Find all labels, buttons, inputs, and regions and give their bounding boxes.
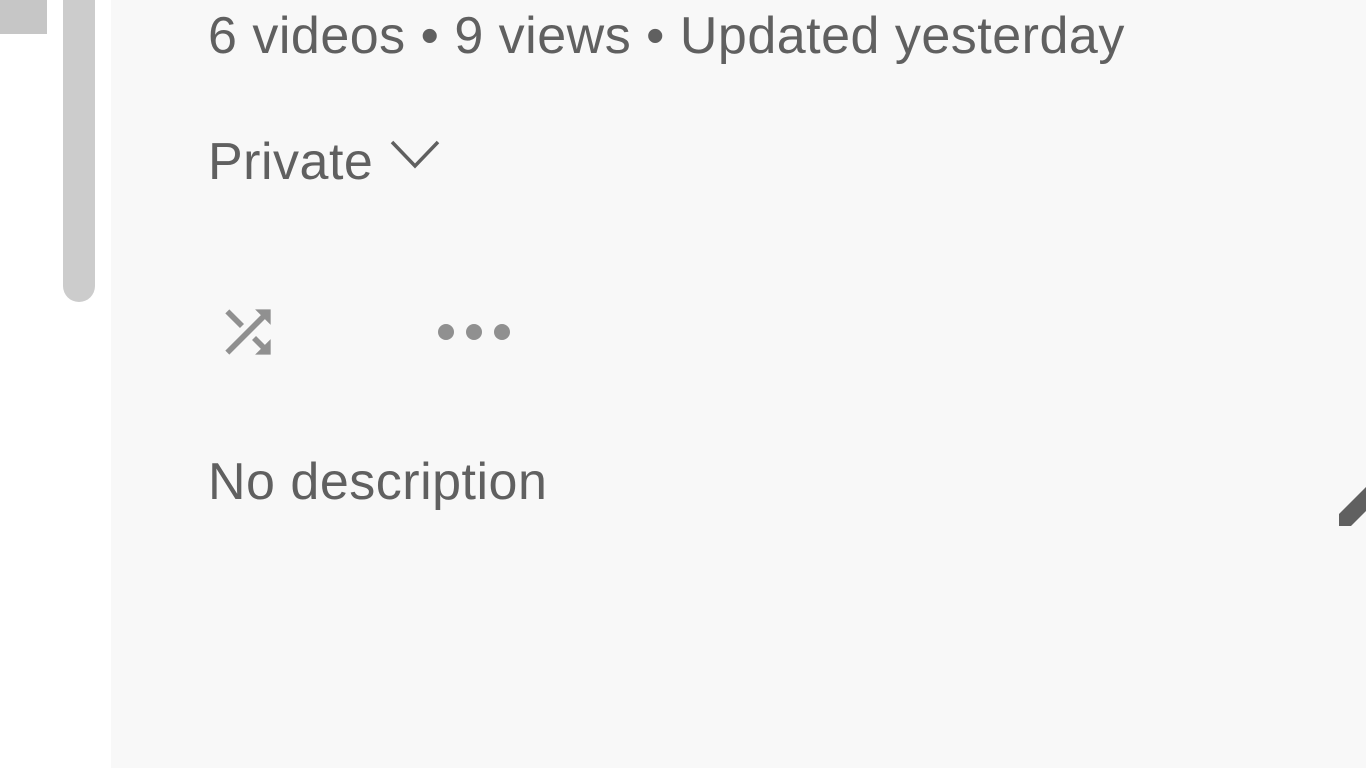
left-gutter <box>0 0 111 768</box>
shuffle-icon <box>225 309 271 355</box>
more-actions-button[interactable] <box>432 288 520 376</box>
more-horizontal-icon <box>438 324 510 340</box>
view-count: 9 views <box>454 7 632 65</box>
playlist-description: No description <box>208 453 548 511</box>
playlist-info-panel: 6 videos • 9 views • Updated yesterday P… <box>111 0 1366 768</box>
thumbnail-edge <box>0 0 47 34</box>
stats-separator: • <box>420 7 440 65</box>
playlist-actions <box>208 288 520 376</box>
updated-time: Updated yesterday <box>679 7 1125 65</box>
video-count: 6 videos <box>208 7 406 65</box>
edit-description-button[interactable] <box>1339 484 1366 526</box>
shuffle-button[interactable] <box>204 288 292 376</box>
privacy-dropdown[interactable]: Private <box>208 132 441 192</box>
playlist-stats: 6 videos • 9 views • Updated yesterday <box>208 6 1125 66</box>
chevron-down-icon <box>391 140 440 169</box>
privacy-label: Private <box>208 133 374 191</box>
stats-separator: • <box>646 7 665 65</box>
scrollbar-thumb[interactable] <box>63 0 95 302</box>
pencil-icon <box>1339 487 1366 526</box>
